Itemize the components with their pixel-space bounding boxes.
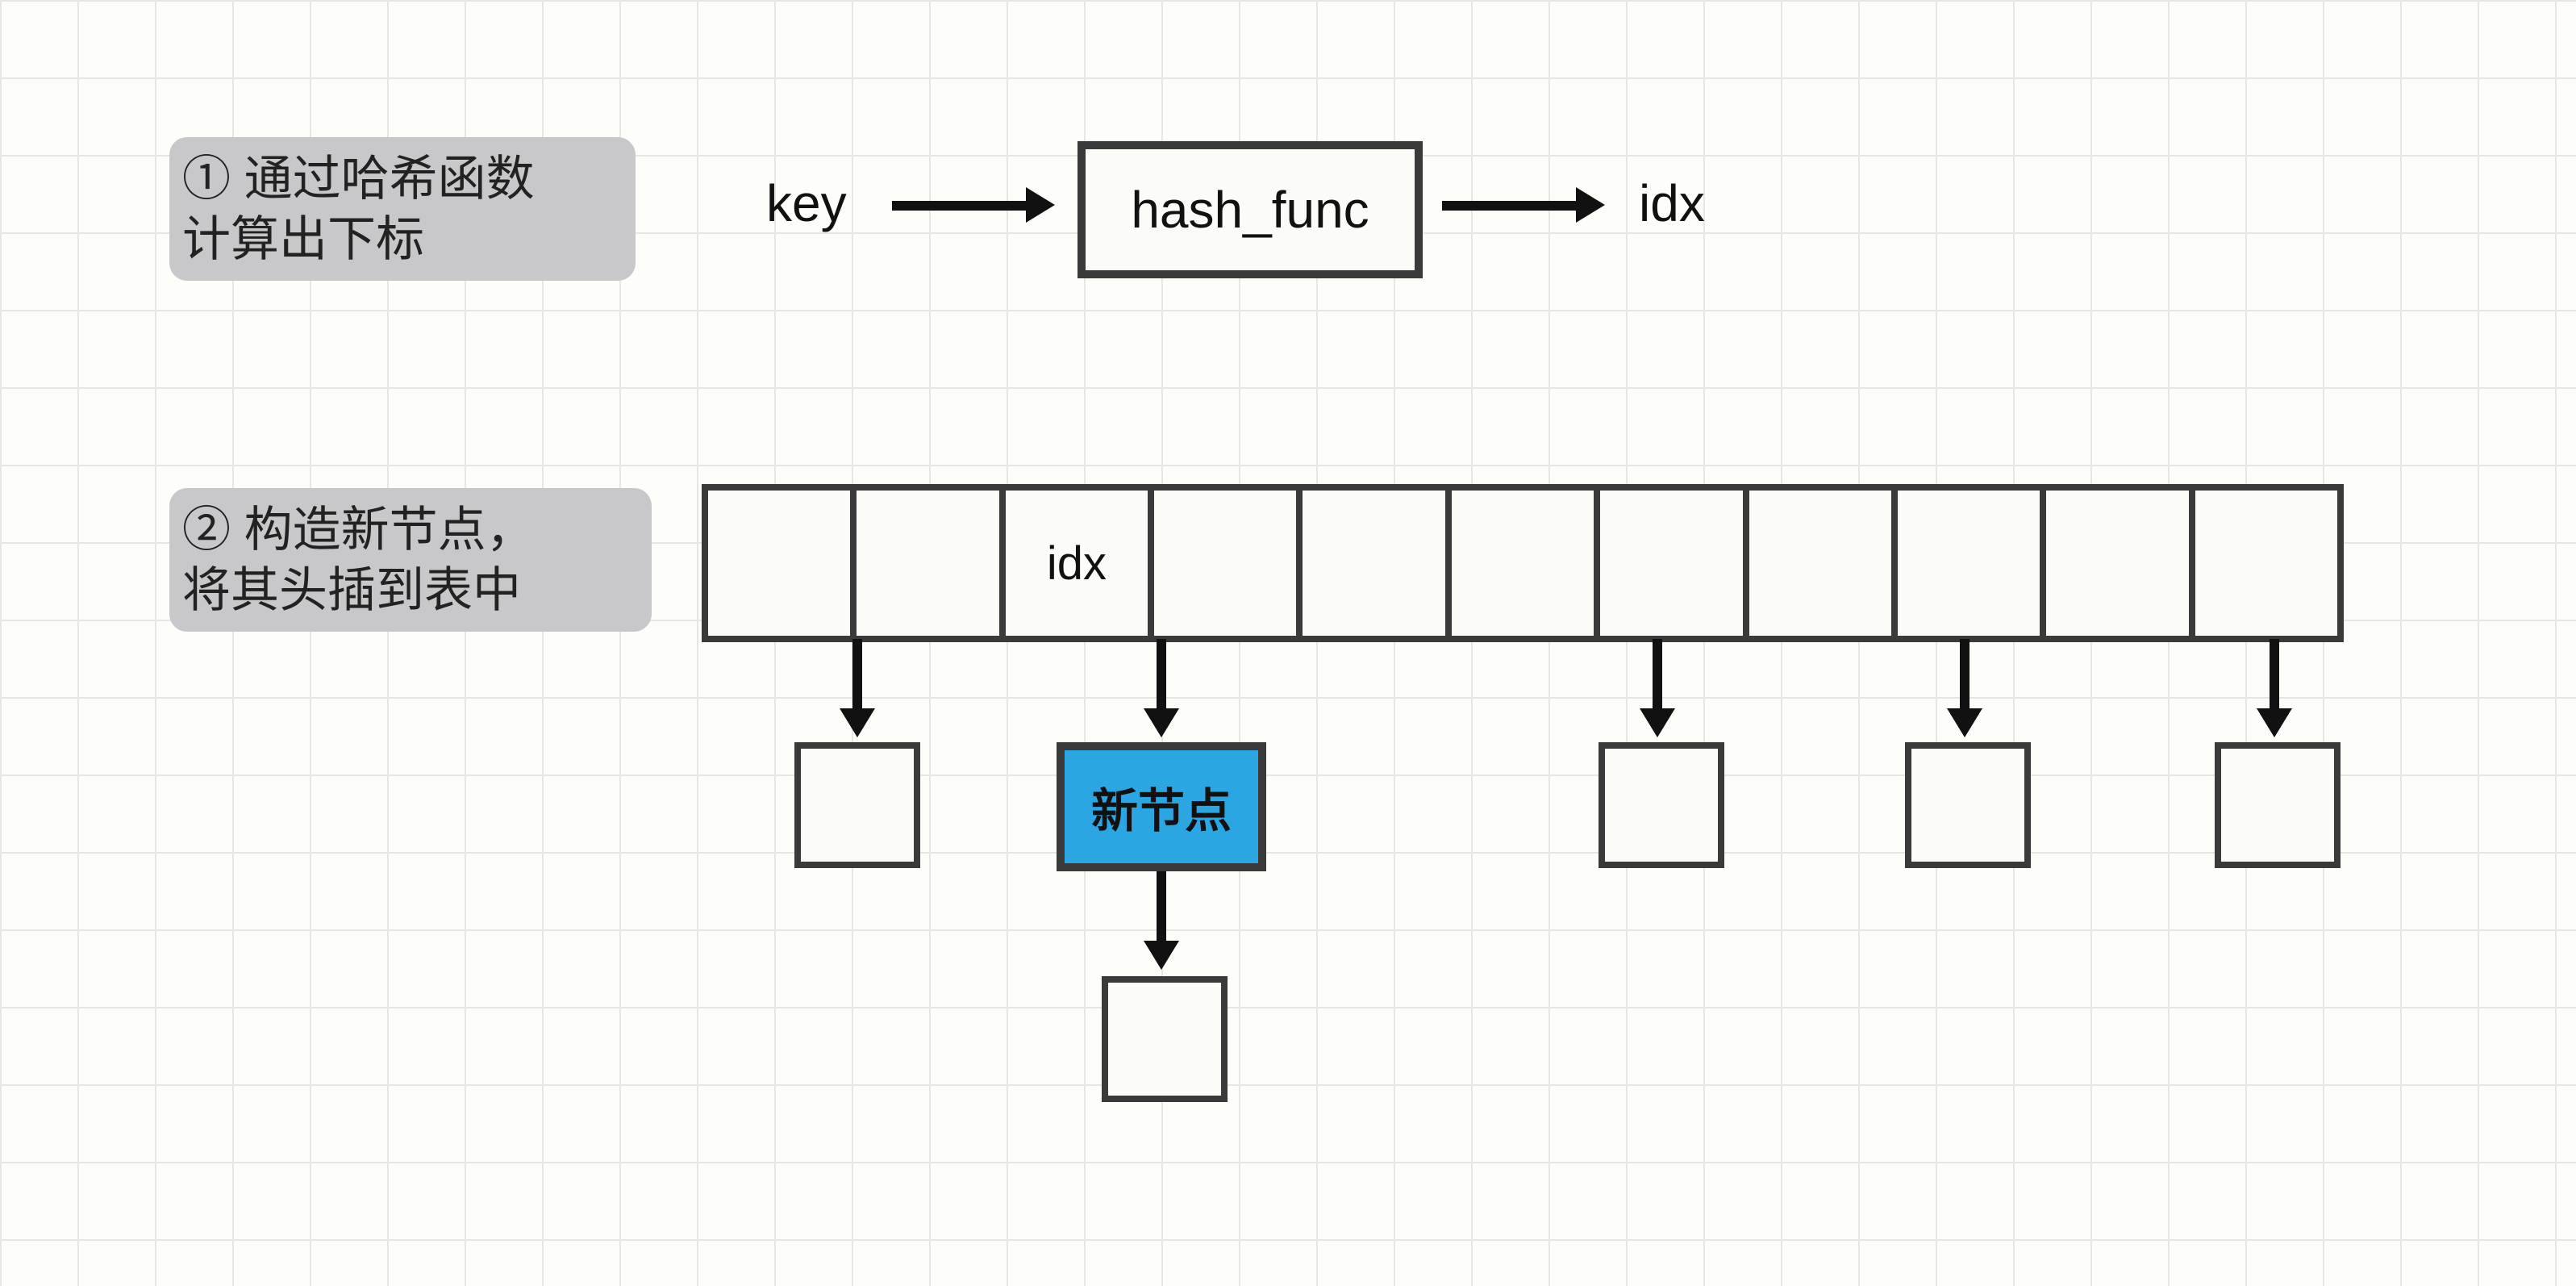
new-node: 新节点 [1057, 742, 1266, 871]
hashfunc-box: hash_func [1078, 141, 1423, 278]
slot-0 [708, 491, 857, 636]
slot-1 [857, 491, 1005, 636]
slot-5 [1452, 491, 1600, 636]
idx-label: idx [1639, 173, 1705, 233]
step1-label: ① 通过哈希函数 计算出下标 [169, 137, 636, 281]
slot-4 [1303, 491, 1451, 636]
step2-label: ② 构造新节点， 将其头插到表中 [169, 488, 652, 632]
slot-9 [2046, 491, 2195, 636]
new-node-text: 新节点 [1091, 773, 1232, 841]
node-after-newnode [1102, 976, 1228, 1102]
step1-label-text: ① 通过哈希函数 计算出下标 [182, 152, 535, 266]
key-label: key [766, 173, 847, 233]
slot-6 [1600, 491, 1749, 636]
node-slot8 [1905, 742, 2031, 868]
node-slot6 [1599, 742, 1724, 868]
slot-10 [2195, 491, 2337, 636]
slot-3 [1154, 491, 1303, 636]
hash-table: idx [702, 484, 2344, 642]
slot-8 [1898, 491, 2046, 636]
slot-7 [1749, 491, 1898, 636]
node-slot1 [794, 742, 920, 868]
hashfunc-text: hash_func [1131, 180, 1369, 240]
step2-label-text: ② 构造新节点， 将其头插到表中 [182, 503, 535, 617]
diagram-layer: ① 通过哈希函数 计算出下标 key hash_func idx ② 构造新节点… [0, 0, 2576, 1286]
slot-idx-text: idx [1047, 537, 1107, 591]
slot-idx: idx [1006, 491, 1154, 636]
node-slot10 [2215, 742, 2340, 868]
